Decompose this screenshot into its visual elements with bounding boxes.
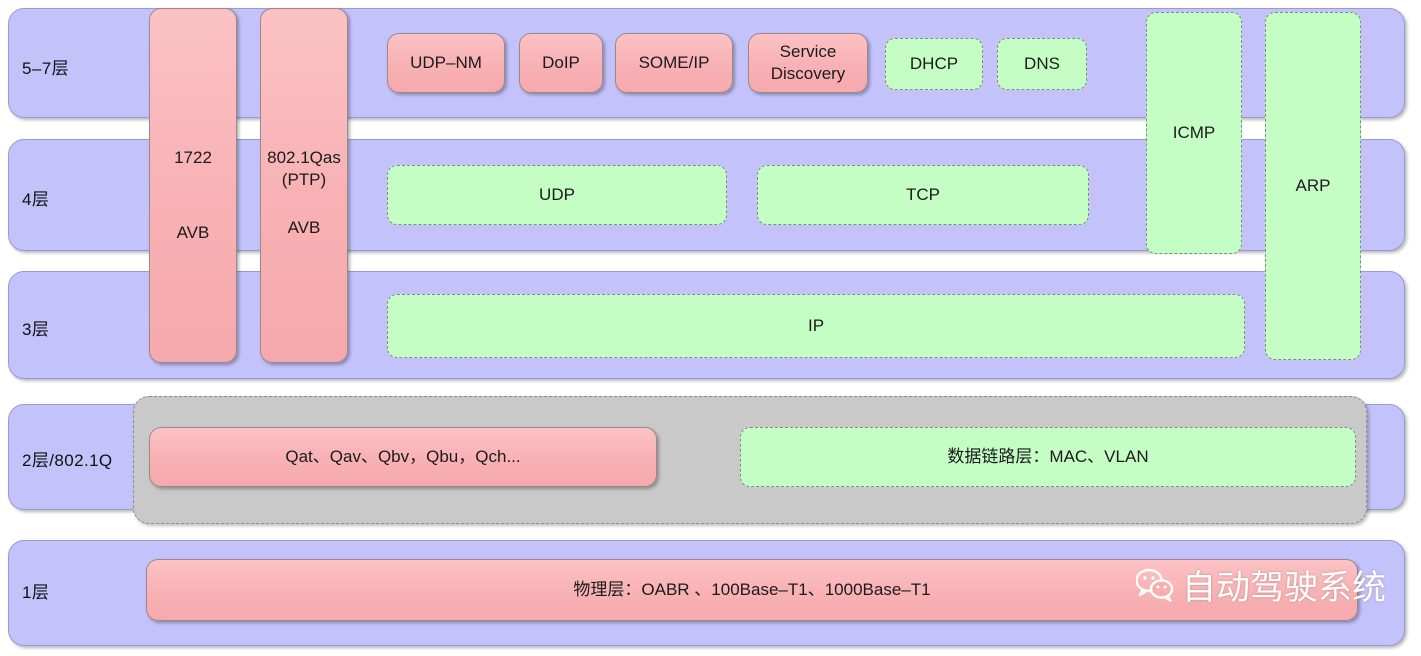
protocol-stack-diagram: 5–7层 4层 3层 2层/802.1Q 1层 1722 AVB 802.1Qa… <box>0 0 1421 656</box>
layer-label-5-7: 5–7层 <box>22 59 69 78</box>
protocol-box-icmp-label: ICMP <box>1172 123 1216 143</box>
protocol-box-service-discovery[interactable]: Service Discovery <box>748 33 868 93</box>
layer-label-2: 2层/802.1Q <box>22 451 113 470</box>
layer-label-1: 1层 <box>22 583 50 602</box>
protocol-box-doip-label: DoIP <box>542 53 580 73</box>
protocol-box-dhcp-label: DHCP <box>909 54 959 74</box>
protocol-box-some-ip-label: SOME/IP <box>638 53 710 73</box>
protocol-box-mac-vlan-label: 数据链路层：MAC、VLAN <box>947 447 1149 467</box>
protocol-box-ip-label: IP <box>807 316 825 336</box>
col-8021qas-line1: 802.1Qas <box>267 148 341 167</box>
protocol-box-dns-label: DNS <box>1024 54 1060 74</box>
protocol-box-physical[interactable]: 物理层：OABR 、100Base–T1、1000Base–T1 <box>146 559 1358 621</box>
protocol-box-udp-nm-label: UDP–NM <box>410 53 482 73</box>
protocol-box-dhcp[interactable]: DHCP <box>885 38 983 90</box>
layer-label-3: 3层 <box>22 320 50 339</box>
col-1722-top-label: 1722 <box>174 148 212 167</box>
col-8021qas-top-label: 802.1Qas (PTP) <box>267 147 341 191</box>
protocol-box-tsn-standards-label: Qat、Qav、Qbv，Qbu，Qch... <box>285 447 521 467</box>
protocol-box-icmp[interactable]: ICMP <box>1146 12 1242 254</box>
protocol-box-udp-nm[interactable]: UDP–NM <box>387 33 505 93</box>
protocol-box-udp-label: UDP <box>539 185 575 205</box>
protocol-box-arp-label: ARP <box>1295 176 1331 196</box>
protocol-box-dns[interactable]: DNS <box>997 38 1087 90</box>
protocol-box-doip[interactable]: DoIP <box>519 33 603 93</box>
protocol-box-physical-label: 物理层：OABR 、100Base–T1、1000Base–T1 <box>573 580 931 600</box>
protocol-box-tcp-label: TCP <box>906 185 940 205</box>
protocol-box-mac-vlan[interactable]: 数据链路层：MAC、VLAN <box>740 427 1356 487</box>
protocol-box-service-discovery-line1: Service <box>779 41 837 61</box>
protocol-box-udp[interactable]: UDP <box>387 165 727 225</box>
col-1722-bottom-label: AVB <box>176 223 210 243</box>
protocol-box-ip[interactable]: IP <box>387 294 1245 358</box>
protocol-box-some-ip[interactable]: SOME/IP <box>615 33 733 93</box>
protocol-box-tsn-standards[interactable]: Qat、Qav、Qbv，Qbu，Qch... <box>149 427 657 487</box>
col-8021qas-line2: (PTP) <box>281 170 327 190</box>
spanning-column-8021qas[interactable]: 802.1Qas (PTP) AVB <box>260 8 348 363</box>
protocol-box-service-discovery-line2: Discovery <box>770 64 846 83</box>
layer-label-4: 4层 <box>22 190 50 209</box>
spanning-column-1722[interactable]: 1722 AVB <box>149 8 237 363</box>
protocol-box-tcp[interactable]: TCP <box>757 165 1089 225</box>
protocol-box-arp[interactable]: ARP <box>1265 12 1361 360</box>
col-8021qas-bottom-label: AVB <box>287 218 321 238</box>
